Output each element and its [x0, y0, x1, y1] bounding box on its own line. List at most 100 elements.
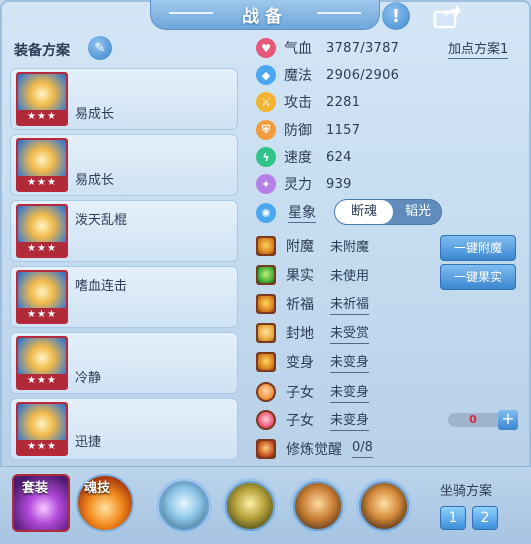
star-rating: ★★★	[18, 308, 66, 322]
star-rating: ★★★	[18, 176, 66, 190]
mount-plan-1-button[interactable]: 1	[440, 506, 466, 530]
equipment-item-3[interactable]: ★★★ 泼天乱棍	[10, 200, 238, 262]
one-click-fruit-button[interactable]: 一键果实	[440, 264, 516, 290]
spark-icon: ✦	[256, 174, 276, 194]
diamond-icon: ◆	[256, 65, 276, 85]
star-sign-option-2[interactable]: 韬光	[395, 200, 441, 224]
soul-skill-button[interactable]: 魂技	[76, 474, 134, 532]
attr-value: 未变身	[330, 409, 370, 431]
transform-icon	[256, 352, 276, 372]
stat-value: 624	[326, 149, 352, 165]
star-rating: ★★★	[18, 440, 66, 454]
child-icon	[256, 410, 276, 430]
attr-name: 子女	[286, 413, 314, 429]
child-counter: 0 +	[448, 410, 518, 430]
attr-name: 子女	[286, 385, 314, 401]
stat-value: 1157	[326, 122, 361, 138]
item-thumbnail: ★★★	[16, 138, 68, 192]
item-label: 易成长	[75, 107, 115, 122]
equipment-plan-header: 装备方案	[14, 43, 70, 59]
attr-row-transform[interactable]: 变身 未变身	[256, 350, 370, 374]
item-label: 冷静	[75, 371, 102, 386]
stat-row-hp: ♥ 气血 3787/3787	[256, 36, 399, 60]
lightning-icon: ϟ	[256, 147, 276, 167]
fief-icon	[256, 323, 276, 343]
star-rating: ★★★	[18, 242, 66, 256]
stat-value: 939	[326, 176, 352, 192]
attr-row-child-1[interactable]: 子女 未变身	[256, 380, 370, 404]
skill-slot-3[interactable]	[290, 478, 346, 534]
attr-value: 未受赏	[330, 322, 370, 344]
attr-name: 祈福	[286, 297, 314, 313]
attr-name: 修炼觉醒	[286, 442, 342, 458]
stat-name: 攻击	[284, 95, 312, 111]
stat-value: 3787/3787	[326, 40, 400, 56]
attr-value: 0/8	[352, 440, 373, 458]
mount-plan-title: 坐骑方案	[440, 484, 493, 499]
item-label: 迅捷	[75, 435, 102, 450]
skill-slot-4[interactable]	[356, 478, 412, 534]
stat-row-defense: ⛨ 防御 1157	[256, 118, 360, 142]
skill-slot-1[interactable]	[156, 478, 212, 534]
stat-row-mp: ◆ 魔法 2906/2906	[256, 63, 399, 87]
item-thumbnail: ★★★	[16, 72, 68, 126]
title-flourish-right	[317, 12, 361, 14]
counter-value: 0	[448, 413, 498, 427]
plus-icon[interactable]: +	[498, 410, 518, 430]
stat-name: 气血	[284, 41, 312, 57]
stat-value: 2281	[326, 94, 361, 110]
equipment-item-2[interactable]: ★★★ 易成长	[10, 134, 238, 196]
equipment-item-4[interactable]: ★★★ 嗜血连击	[10, 266, 238, 328]
shield-icon: ⛨	[256, 120, 276, 140]
equipment-item-5[interactable]: ★★★ 冷静	[10, 332, 238, 394]
title-bar: 战备	[150, 0, 380, 30]
stat-plan-link[interactable]: 加点方案1	[448, 38, 509, 59]
attr-value: 未变身	[330, 381, 370, 403]
star-sign-toggle: 断魂 韬光	[334, 199, 442, 225]
one-click-enchant-button[interactable]: 一键附魔	[440, 235, 516, 261]
cultivation-icon	[256, 439, 276, 459]
attr-row-child-2[interactable]: 子女 未变身	[256, 408, 370, 432]
stat-name: 防御	[284, 123, 312, 139]
equipment-item-6[interactable]: ★★★ 迅捷	[10, 398, 238, 460]
blessing-icon	[256, 294, 276, 314]
fruit-icon	[256, 265, 276, 285]
attr-row-enchant: 附魔 未附魔	[256, 234, 369, 258]
stat-name: 灵力	[284, 177, 312, 193]
stat-row-attack: ⚔ 攻击 2281	[256, 90, 360, 114]
stat-row-spirit: ✦ 灵力 939	[256, 172, 352, 196]
attr-name: 封地	[286, 326, 314, 342]
item-label: 易成长	[75, 173, 115, 188]
star-sign-option-1[interactable]: 断魂	[335, 200, 393, 224]
item-label: 嗜血连击	[75, 279, 128, 294]
star-sign-icon: ✺	[256, 203, 276, 223]
help-icon[interactable]: !	[382, 2, 410, 30]
pencil-icon[interactable]: ✎	[88, 36, 112, 60]
item-thumbnail: ★★★	[16, 270, 68, 324]
mount-plan-2-button[interactable]: 2	[472, 506, 498, 530]
stat-row-speed: ϟ 速度 624	[256, 145, 352, 169]
suit-button[interactable]: 套装	[12, 474, 70, 532]
soul-skill-label: 魂技	[84, 481, 111, 496]
star-rating: ★★★	[18, 374, 66, 388]
title-flourish-left	[169, 12, 213, 14]
share-icon[interactable]	[432, 2, 462, 30]
item-thumbnail: ★★★	[16, 402, 68, 456]
attr-value: 未附魔	[330, 239, 370, 255]
stat-value: 2906/2906	[326, 67, 400, 83]
item-thumbnail: ★★★	[16, 336, 68, 390]
attr-value: 未使用	[330, 268, 370, 284]
skill-slot-2[interactable]	[222, 478, 278, 534]
equipment-item-1[interactable]: ★★★ 易成长	[10, 68, 238, 130]
attr-value: 未祈福	[330, 293, 370, 315]
attr-row-fruit: 果实 未使用	[256, 263, 369, 287]
enchant-icon	[256, 236, 276, 256]
item-thumbnail: ★★★	[16, 204, 68, 258]
attr-row-fief[interactable]: 封地 未受赏	[256, 321, 370, 345]
window-title: 战备	[242, 7, 288, 27]
attr-row-blessing[interactable]: 祈福 未祈福	[256, 292, 370, 316]
stat-name: 魔法	[284, 68, 312, 84]
attr-row-cultivation[interactable]: 修炼觉醒 0/8	[256, 437, 373, 461]
child-icon	[256, 382, 276, 402]
heart-icon: ♥	[256, 38, 276, 58]
